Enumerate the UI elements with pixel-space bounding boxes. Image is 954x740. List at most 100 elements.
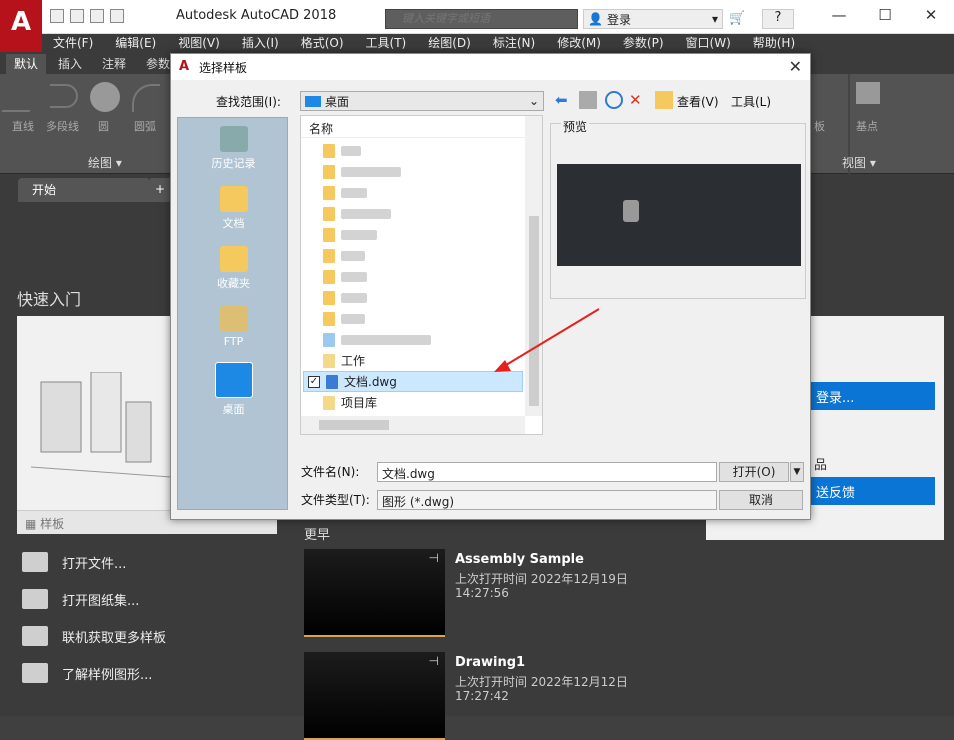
open-button[interactable]: 打开(O): [719, 462, 789, 482]
places-list: 历史记录 文档 收藏夹 FTP 桌面: [177, 117, 288, 510]
search-web-icon[interactable]: [605, 91, 623, 109]
open-file-icon[interactable]: [70, 9, 84, 23]
ftp-icon: [219, 306, 248, 332]
search-input[interactable]: [385, 9, 578, 29]
new-file-icon[interactable]: [50, 9, 64, 23]
menu-file[interactable]: 文件(F): [42, 34, 104, 52]
recent-title-1[interactable]: Assembly Sample: [455, 552, 584, 567]
window-controls: — ☐ ✕: [816, 0, 954, 34]
close-button[interactable]: ✕: [908, 0, 954, 34]
place-ftp[interactable]: FTP: [178, 306, 289, 348]
filetype-dropdown[interactable]: 图形 (*.dwg): [377, 490, 717, 510]
filename-input[interactable]: 文档.dwg: [377, 462, 717, 482]
sample-drawings-link[interactable]: 了解样例图形...: [22, 663, 152, 683]
line-tool-icon[interactable]: [1, 82, 47, 112]
menu-edit[interactable]: 编辑(E): [104, 34, 167, 52]
menu-dimension[interactable]: 标注(N): [482, 34, 546, 52]
recent-opened-1: 上次打开时间 2022年12月19日: [455, 572, 628, 586]
delete-icon[interactable]: ✕: [629, 91, 647, 109]
list-item[interactable]: [303, 182, 523, 203]
templates-icon: [22, 626, 48, 646]
place-favorites[interactable]: 收藏夹: [178, 246, 289, 291]
menu-insert[interactable]: 插入(I): [231, 34, 290, 52]
list-item[interactable]: [303, 140, 523, 161]
recent-thumbnail-2[interactable]: ⊣: [304, 652, 445, 740]
basepoint-icon[interactable]: [856, 82, 880, 104]
template-icon: ▦: [25, 517, 41, 531]
dialog-title: 选择样板: [171, 54, 810, 80]
menu-parametric[interactable]: 参数(P): [612, 34, 675, 52]
place-history[interactable]: 历史记录: [178, 126, 289, 171]
new-tab-button[interactable]: +: [150, 178, 170, 202]
circle-tool-label: 圆: [98, 120, 109, 133]
sign-in-area[interactable]: 👤 登录 ▾: [583, 9, 723, 29]
look-in-dropdown[interactable]: 桌面 ⌄: [300, 91, 544, 111]
column-header-name[interactable]: 名称: [301, 116, 525, 138]
plot-icon[interactable]: [110, 9, 124, 23]
maximize-button[interactable]: ☐: [862, 0, 908, 34]
recent-thumbnail-1[interactable]: ⊣: [304, 549, 445, 637]
tab-default[interactable]: 默认: [6, 54, 47, 74]
save-icon[interactable]: [90, 9, 104, 23]
back-icon[interactable]: ⬅: [555, 91, 573, 109]
list-item[interactable]: [303, 224, 523, 245]
dialog-close-button[interactable]: ✕: [789, 57, 802, 76]
quick-access-toolbar: [50, 9, 124, 27]
draw-panel-title[interactable]: 绘图 ▾: [88, 154, 122, 171]
view-panel-title[interactable]: 视图 ▾: [842, 154, 876, 171]
documents-icon: [219, 186, 248, 212]
open-sheet-set-link[interactable]: 打开图纸集...: [22, 589, 139, 609]
get-more-templates-link[interactable]: 联机获取更多样板: [22, 626, 166, 646]
circle-tool-icon[interactable]: [90, 82, 120, 112]
place-documents[interactable]: 文档: [178, 186, 289, 231]
polyline-tool-icon[interactable]: [50, 84, 78, 108]
menu-help[interactable]: 帮助(H): [742, 34, 806, 52]
menu-view[interactable]: 视图(V): [167, 34, 231, 52]
list-item-project-library[interactable]: 项目库: [303, 392, 523, 413]
tab-annotate[interactable]: 注释: [94, 54, 134, 74]
views-menu[interactable]: 查看(V): [677, 93, 719, 110]
menu-format[interactable]: 格式(O): [290, 34, 355, 52]
cancel-button[interactable]: 取消: [719, 490, 803, 510]
get-more-templates-label: 联机获取更多样板: [62, 630, 167, 646]
tab-insert[interactable]: 插入: [50, 54, 90, 74]
menu-draw[interactable]: 绘图(D): [417, 34, 482, 52]
recent-title-2[interactable]: Drawing1: [455, 655, 525, 670]
filetype-label: 文件类型(T):: [301, 493, 370, 507]
arc-tool-label: 圆弧: [134, 120, 156, 133]
recent-time-2: 17:27:42: [455, 689, 509, 703]
arc-tool-icon[interactable]: [132, 84, 160, 112]
login-label: 登录: [606, 12, 631, 27]
pin-icon[interactable]: ⊣: [429, 654, 439, 668]
filename-label: 文件名(N):: [301, 465, 360, 479]
open-dropdown-button[interactable]: ▼: [790, 462, 804, 482]
polyline-tool-label: 多段线: [46, 120, 79, 133]
menu-modify[interactable]: 修改(M): [546, 34, 612, 52]
open-files-link[interactable]: 打开文件...: [22, 552, 126, 572]
tools-menu[interactable]: 工具(L): [731, 93, 771, 110]
list-item[interactable]: [303, 203, 523, 224]
list-item[interactable]: [303, 245, 523, 266]
new-folder-icon[interactable]: [655, 91, 673, 109]
chevron-down-icon: ⌄: [528, 94, 539, 108]
sign-in-button[interactable]: 登录...: [810, 382, 935, 410]
minimize-button[interactable]: —: [816, 0, 862, 34]
place-desktop[interactable]: 桌面: [178, 362, 289, 417]
desktop-icon: [214, 362, 253, 398]
tab-start[interactable]: 开始: [18, 178, 150, 202]
list-item[interactable]: [303, 161, 523, 182]
recent-time-1: 14:27:56: [455, 586, 509, 600]
menu-window[interactable]: 窗口(W): [675, 34, 742, 52]
dwg-file-icon: [326, 374, 338, 389]
horizontal-scroll-thumb[interactable]: [319, 420, 389, 430]
list-item[interactable]: [303, 266, 523, 287]
basepoint-label: 基点: [856, 120, 878, 133]
help-icon[interactable]: ?: [762, 9, 794, 29]
menu-tools[interactable]: 工具(T): [355, 34, 418, 52]
pin-icon[interactable]: ⊣: [429, 551, 439, 565]
recent-section-header: 更早: [304, 528, 331, 543]
up-folder-icon[interactable]: [579, 91, 597, 109]
send-feedback-button[interactable]: 送反馈: [810, 477, 935, 505]
checkbox[interactable]: ✓: [308, 375, 320, 388]
cart-icon[interactable]: 🛒: [729, 11, 745, 26]
